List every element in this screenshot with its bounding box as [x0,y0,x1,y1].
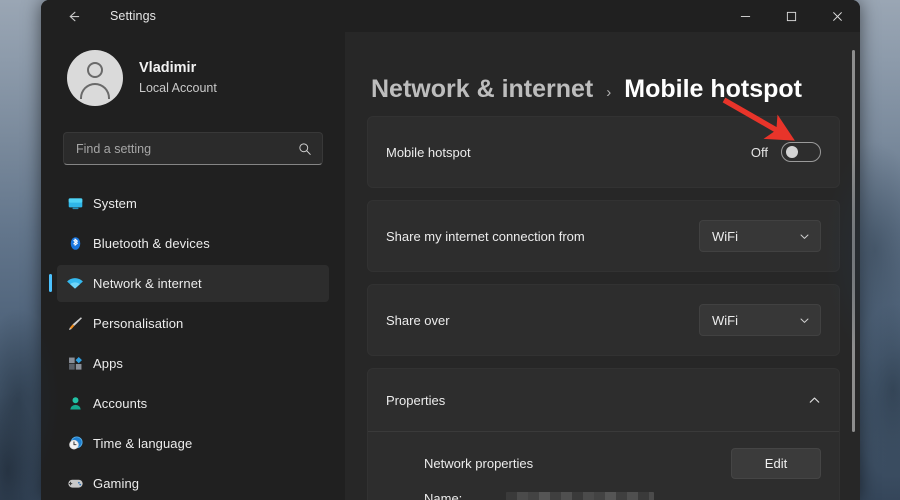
network-name-row: Name: [424,488,821,500]
sidebar-item-label: Time & language [93,436,192,451]
search-icon[interactable] [298,142,312,156]
network-name-value-redacted [506,492,654,500]
user-avatar-icon [67,50,123,106]
account-text: Vladimir Local Account [139,59,217,97]
close-button[interactable] [814,0,860,32]
account-block[interactable]: Vladimir Local Account [41,45,345,111]
sidebar-item-network-internet[interactable]: Network & internet [57,265,329,302]
gamepad-icon [65,474,85,494]
mobile-hotspot-toggle[interactable] [781,142,821,162]
share-over-dropdown[interactable]: WiFi [699,304,821,336]
mobile-hotspot-row: Mobile hotspot Off [367,116,840,188]
sidebar-nav: System Bluetooth & devices [41,185,345,500]
chevron-up-icon[interactable] [808,394,821,407]
content-pane: Network & internet › Mobile hotspot Mobi… [345,32,860,500]
breadcrumb-separator-icon: › [606,84,611,101]
share-over-value: WiFi [712,313,799,328]
wifi-icon [65,274,85,294]
account-type: Local Account [139,79,217,97]
paintbrush-icon [65,314,85,334]
properties-expander: Properties Network properties Edit [367,368,840,500]
window-title-bar: Settings [41,0,860,32]
properties-title: Properties [386,393,808,408]
search-input[interactable] [76,142,298,156]
content-scrollbar[interactable] [852,50,855,500]
share-from-label: Share my internet connection from [386,229,699,244]
share-from-dropdown[interactable]: WiFi [699,220,821,252]
desktop-wallpaper: Settings [0,0,900,500]
sidebar-item-personalisation[interactable]: Personalisation [57,305,329,342]
sidebar-item-label: Personalisation [93,316,183,331]
scrollbar-thumb[interactable] [852,50,855,432]
page-title: Mobile hotspot [624,75,802,104]
minimize-button[interactable] [722,0,768,32]
edit-button[interactable]: Edit [731,448,821,479]
sidebar: Vladimir Local Account [41,32,345,500]
clock-globe-icon [65,434,85,454]
breadcrumb-parent[interactable]: Network & internet [371,75,593,104]
properties-expander-header[interactable]: Properties [368,369,839,431]
settings-window: Settings [41,0,860,500]
sidebar-item-system[interactable]: System [57,185,329,222]
sidebar-item-label: Gaming [93,476,139,491]
sidebar-item-time-language[interactable]: Time & language [57,425,329,462]
sidebar-item-bluetooth-devices[interactable]: Bluetooth & devices [57,225,329,262]
properties-body: Network properties Edit Name: Password: [368,431,839,500]
account-name: Vladimir [139,59,217,78]
maximize-button[interactable] [768,0,814,32]
apps-grid-icon [65,354,85,374]
back-arrow-icon[interactable] [55,0,91,32]
network-properties-label: Network properties [424,456,731,471]
sidebar-item-label: System [93,196,137,211]
sidebar-item-label: Bluetooth & devices [93,236,210,251]
window-body: Vladimir Local Account [41,32,860,500]
app-title: Settings [110,9,156,23]
network-properties-row: Network properties Edit [424,446,821,480]
mobile-hotspot-label: Mobile hotspot [386,145,751,160]
sidebar-item-label: Network & internet [93,276,202,291]
sidebar-item-accounts[interactable]: Accounts [57,385,329,422]
chevron-down-icon [799,315,810,326]
share-from-value: WiFi [712,229,799,244]
toggle-knob [786,146,798,158]
sidebar-item-label: Accounts [93,396,147,411]
sidebar-item-apps[interactable]: Apps [57,345,329,382]
person-icon [65,394,85,414]
search-box[interactable] [63,132,323,165]
breadcrumb: Network & internet › Mobile hotspot [371,75,840,104]
chevron-down-icon [799,231,810,242]
share-from-row: Share my internet connection from WiFi [367,200,840,272]
share-over-row: Share over WiFi [367,284,840,356]
mobile-hotspot-state: Off [751,145,768,160]
sidebar-item-label: Apps [93,356,123,371]
network-name-label: Name: [424,491,506,500]
bluetooth-icon [65,234,85,254]
monitor-icon [65,194,85,214]
sidebar-item-gaming[interactable]: Gaming [57,465,329,500]
share-over-label: Share over [386,313,699,328]
window-controls [722,0,860,32]
